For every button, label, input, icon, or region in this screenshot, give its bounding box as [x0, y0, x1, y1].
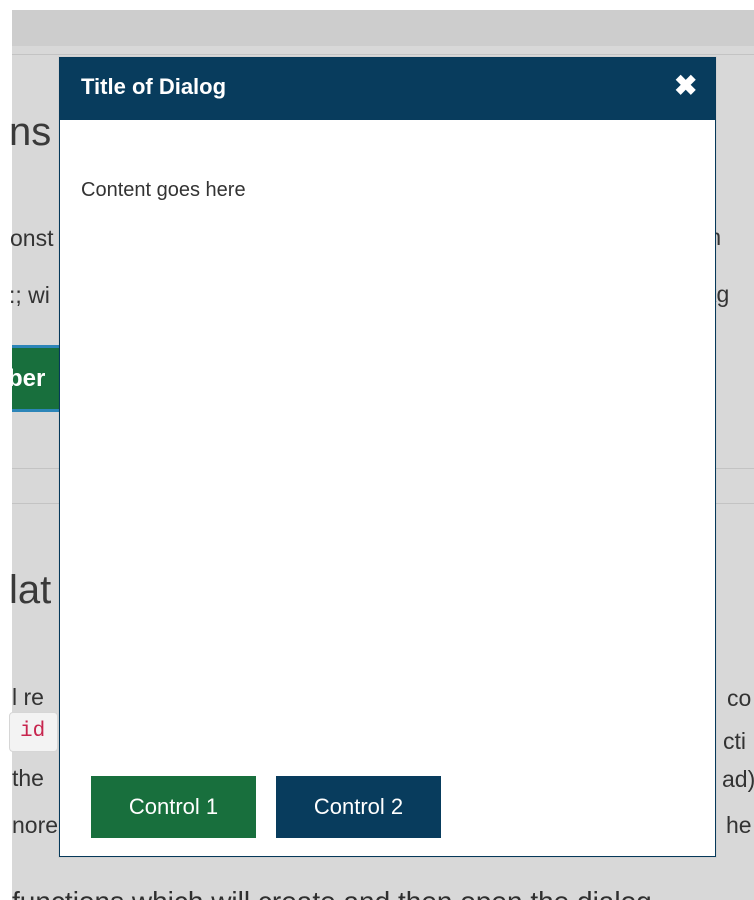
close-icon: ✖ — [674, 70, 698, 101]
background-paragraph-left-4: the — [12, 765, 44, 791]
background-title-bottom: lat — [9, 568, 52, 612]
dialog-footer: Control 1 Control 2 — [91, 776, 451, 838]
background-paragraph-left-3: l re — [12, 684, 44, 710]
separator-top — [12, 54, 754, 55]
control-1-button[interactable]: Control 1 — [91, 776, 256, 838]
dialog-header: Title of Dialog ✖ — [60, 58, 715, 120]
close-button[interactable]: ✖ — [674, 72, 697, 100]
top-bar — [12, 0, 754, 10]
top-strip — [12, 10, 754, 46]
dialog-content: Content goes here — [81, 179, 246, 201]
background-paragraph-right-4: cti — [723, 728, 746, 754]
background-code-token: id — [9, 712, 59, 752]
background-bottom-line: functions which will create and then ope… — [12, 886, 652, 900]
background-paragraph-left-1: onst — [10, 225, 54, 251]
browser-viewport: ns onst :; wi l re the nore m kg co cti … — [0, 0, 754, 900]
background-paragraph-left-2: :; wi — [9, 282, 50, 308]
background-open-button-label: ber — [12, 365, 46, 392]
dialog-title: Title of Dialog — [81, 74, 227, 99]
background-paragraph-right-3: co — [727, 685, 752, 711]
background-paragraph-right-5: ad) — [722, 766, 754, 792]
background-paragraph-left-5: nore — [12, 812, 59, 838]
background-title-top: ns — [9, 110, 52, 154]
control-2-button[interactable]: Control 2 — [276, 776, 441, 838]
dialog-window: Title of Dialog ✖ Content goes here Cont… — [59, 57, 716, 857]
background-paragraph-right-6: he — [726, 812, 752, 838]
